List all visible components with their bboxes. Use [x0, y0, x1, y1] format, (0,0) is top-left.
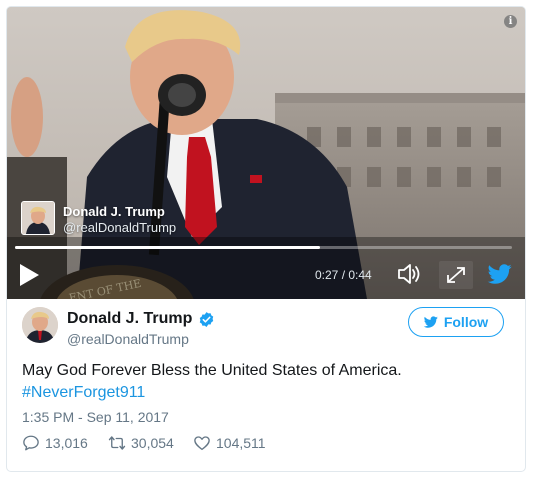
hashtag-link[interactable]: #NeverForget911 — [22, 384, 145, 402]
like-action[interactable]: 104,511 — [193, 433, 266, 453]
tweet-text: May God Forever Bless the United States … — [22, 362, 402, 379]
twitter-bird-icon — [423, 316, 438, 328]
video-author-handle: @realDonaldTrump — [63, 220, 177, 235]
embedded-tweet-card: ENT OF THE i Donald J. Trump @realDonald… — [6, 6, 526, 472]
heart-icon — [194, 436, 210, 451]
reply-count: 13,016 — [45, 435, 88, 451]
video-progress-fill — [15, 246, 321, 249]
follow-button[interactable]: Follow — [408, 307, 504, 337]
fullscreen-icon — [447, 267, 465, 283]
reply-action[interactable]: 13,016 — [22, 433, 88, 453]
video-progress-bar[interactable] — [15, 246, 512, 249]
info-icon[interactable]: i — [504, 15, 517, 28]
video-player[interactable]: ENT OF THE i Donald J. Trump @realDonald… — [7, 7, 525, 299]
retweet-count: 30,054 — [131, 435, 174, 451]
fullscreen-button[interactable] — [439, 261, 473, 289]
author-name[interactable]: Donald J. Trump — [67, 310, 192, 328]
volume-button[interactable] — [397, 263, 421, 285]
video-frame: ENT OF THE — [7, 7, 525, 299]
author-handle[interactable]: @realDonaldTrump — [67, 331, 189, 347]
like-count: 104,511 — [216, 435, 266, 451]
retweet-action[interactable]: 30,054 — [108, 433, 174, 453]
video-time-display: 0:27 / 0:44 — [315, 268, 372, 282]
twitter-bird-icon[interactable] — [487, 262, 513, 286]
video-author-avatar — [21, 201, 55, 235]
video-author-name: Donald J. Trump — [63, 204, 165, 219]
tweet-timestamp[interactable]: 1:35 PM - Sep 11, 2017 — [22, 409, 169, 425]
follow-label: Follow — [443, 314, 489, 330]
volume-icon — [398, 264, 420, 284]
reply-icon — [23, 435, 39, 451]
verified-badge-icon — [199, 312, 214, 327]
retweet-icon — [108, 436, 126, 450]
play-icon — [20, 264, 39, 286]
play-button[interactable] — [17, 262, 41, 288]
author-avatar[interactable] — [22, 307, 58, 343]
